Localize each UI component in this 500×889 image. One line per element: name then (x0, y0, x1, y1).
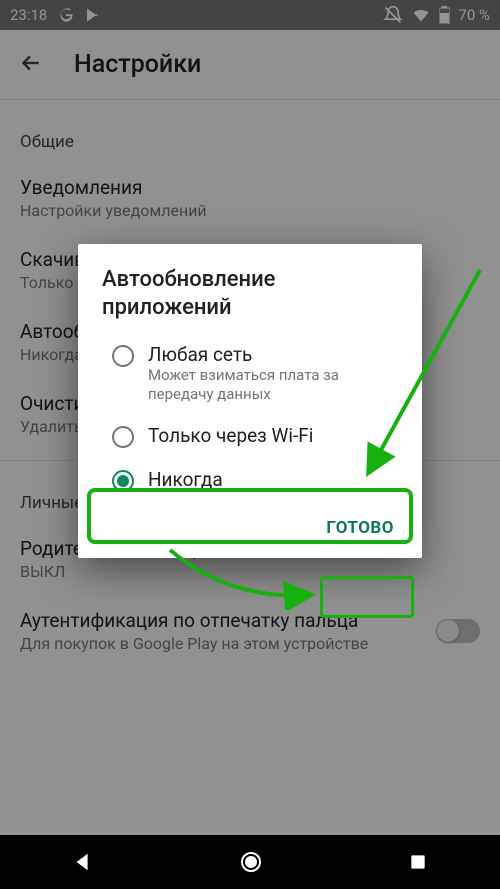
radio-label: Только через Wi-Fi (148, 424, 398, 447)
done-button[interactable]: ГОТОВО (312, 508, 408, 548)
radio-option-any-network[interactable]: Любая сеть Может взиматься плата за пере… (78, 333, 422, 414)
radio-unchecked-icon (112, 345, 134, 367)
dialog-title: Автообновление приложений (78, 266, 422, 333)
radio-option-wifi-only[interactable]: Только через Wi-Fi (78, 414, 422, 458)
radio-label: Любая сеть (148, 343, 398, 366)
radio-label: Никогда (148, 468, 398, 491)
nav-recents-icon[interactable] (408, 852, 428, 872)
radio-sub: Может взиматься плата за передачу данных (148, 366, 398, 404)
nav-back-icon[interactable] (72, 851, 94, 873)
autoupdate-dialog: Автообновление приложений Любая сеть Мож… (78, 244, 422, 558)
navigation-bar (0, 835, 500, 889)
nav-home-icon[interactable] (239, 850, 263, 874)
radio-option-never[interactable]: Никогда (78, 458, 422, 502)
radio-checked-icon (112, 470, 134, 492)
radio-unchecked-icon (112, 426, 134, 448)
